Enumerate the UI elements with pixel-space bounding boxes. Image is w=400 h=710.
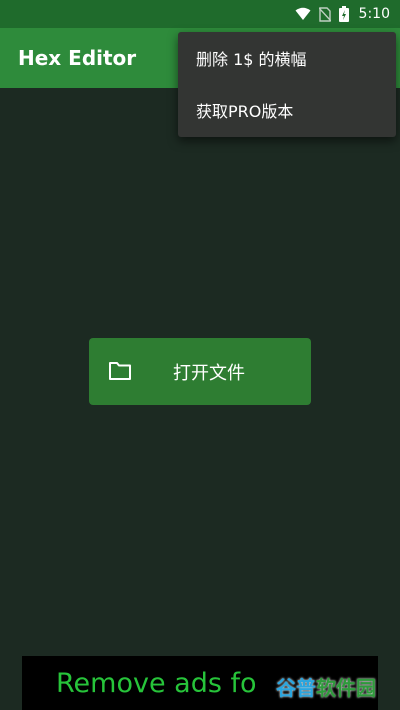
battery-charging-icon — [338, 6, 349, 22]
open-file-label: 打开文件 — [173, 362, 245, 384]
overflow-menu: 删除 1$ 的横幅 获取PRO版本 — [178, 32, 396, 137]
watermark-part2: 软件园 — [316, 676, 376, 700]
menu-item-remove-banner[interactable]: 删除 1$ 的横幅 — [178, 32, 396, 84]
watermark-part1: 谷普 — [276, 676, 316, 700]
status-time: 5:10 — [358, 6, 390, 22]
folder-icon — [108, 361, 132, 385]
ad-banner-text: Remove ads fo — [56, 668, 257, 699]
no-sim-icon — [318, 6, 331, 22]
app-title: Hex Editor — [18, 46, 137, 70]
open-file-button[interactable]: 打开文件 — [89, 338, 311, 405]
status-bar: 5:10 — [0, 0, 400, 28]
wifi-icon — [295, 7, 311, 21]
watermark-logo: 谷普软件园 — [276, 672, 376, 701]
menu-item-get-pro[interactable]: 获取PRO版本 — [178, 84, 396, 136]
